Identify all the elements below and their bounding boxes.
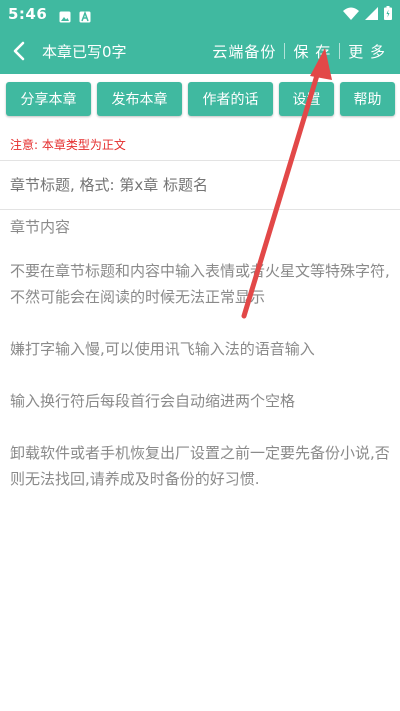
chapter-title-input[interactable] — [10, 176, 390, 194]
status-time: 5:46 — [8, 5, 48, 23]
app-actions: 云端备份 保 存 更 多 — [204, 28, 400, 74]
chapter-type-notice: 注意: 本章类型为正文 — [10, 138, 126, 152]
content-tip: 卸载软件或者手机恢复出厂设置之前一定要先备份小说,否则无法找回,请养成及时备份的… — [10, 444, 390, 488]
battery-icon — [384, 5, 392, 24]
app-bar: 本章已写0字 云端备份 保 存 更 多 — [0, 28, 400, 74]
content-tip: 嫌打字输入慢,可以使用讯飞输入法的语音输入 — [10, 340, 315, 358]
back-button[interactable] — [0, 28, 38, 74]
chapter-toolbar: 分享本章 发布本章 作者的话 设置 帮助 — [0, 82, 400, 120]
divider — [0, 209, 400, 210]
content-tip: 不要在章节标题和内容中输入表情或者火星文等特殊字符,不然可能会在阅读的时候无法正… — [10, 262, 390, 306]
a-box-icon — [79, 8, 91, 23]
status-bar: 5:46 — [0, 0, 400, 28]
publish-chapter-button[interactable]: 发布本章 — [97, 82, 182, 116]
save-button[interactable]: 保 存 — [285, 41, 339, 62]
image-icon — [59, 8, 71, 23]
chapter-content-field[interactable]: 章节内容 不要在章节标题和内容中输入表情或者火星文等特殊字符,不然可能会在阅读的… — [10, 214, 392, 518]
author-note-button[interactable]: 作者的话 — [188, 82, 273, 116]
more-button[interactable]: 更 多 — [340, 41, 394, 62]
wifi-icon — [343, 5, 359, 24]
settings-button[interactable]: 设置 — [279, 82, 334, 116]
content-placeholder: 章节内容 — [10, 218, 71, 236]
divider — [0, 160, 400, 161]
signal-icon — [365, 5, 378, 24]
status-right — [343, 5, 392, 24]
share-chapter-button[interactable]: 分享本章 — [6, 82, 91, 116]
page-title: 本章已写0字 — [42, 42, 127, 61]
help-button[interactable]: 帮助 — [340, 82, 395, 116]
chevron-left-icon — [13, 41, 25, 61]
content-tip: 输入换行符后每段首行会自动缩进两个空格 — [10, 392, 296, 410]
cloud-backup-button[interactable]: 云端备份 — [204, 41, 284, 62]
